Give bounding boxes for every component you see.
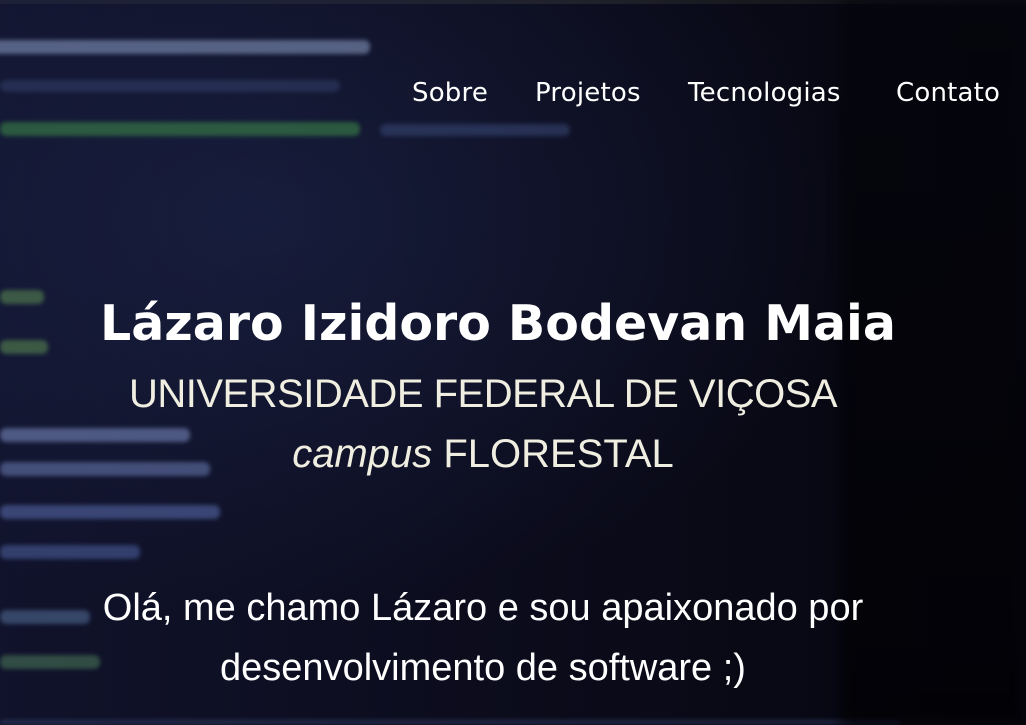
- greeting-line-2: desenvolvimento de software ;): [220, 647, 746, 689]
- university-name: UNIVERSIDADE FEDERAL DE VIÇOSA: [128, 372, 838, 416]
- greeting-line-1: Olá, me chamo Lázaro e sou apaixonado po…: [102, 587, 864, 629]
- campus-line: campus FLORESTAL: [0, 432, 966, 477]
- greeting-text: Olá, me chamo Lázaro e sou apaixonado po…: [0, 578, 966, 698]
- nav-link-tecnologias[interactable]: Tecnologias: [688, 78, 841, 108]
- top-nav: Sobre Projetos Tecnologias Contato: [0, 78, 1026, 114]
- nav-link-contato[interactable]: Contato: [896, 78, 1000, 108]
- nav-link-sobre[interactable]: Sobre: [412, 78, 488, 108]
- campus-name: FLORESTAL: [443, 432, 674, 476]
- page-title: Lázaro Izidoro Bodevan Maia: [100, 294, 896, 352]
- nav-link-projetos[interactable]: Projetos: [535, 78, 641, 108]
- campus-word: campus: [292, 432, 433, 476]
